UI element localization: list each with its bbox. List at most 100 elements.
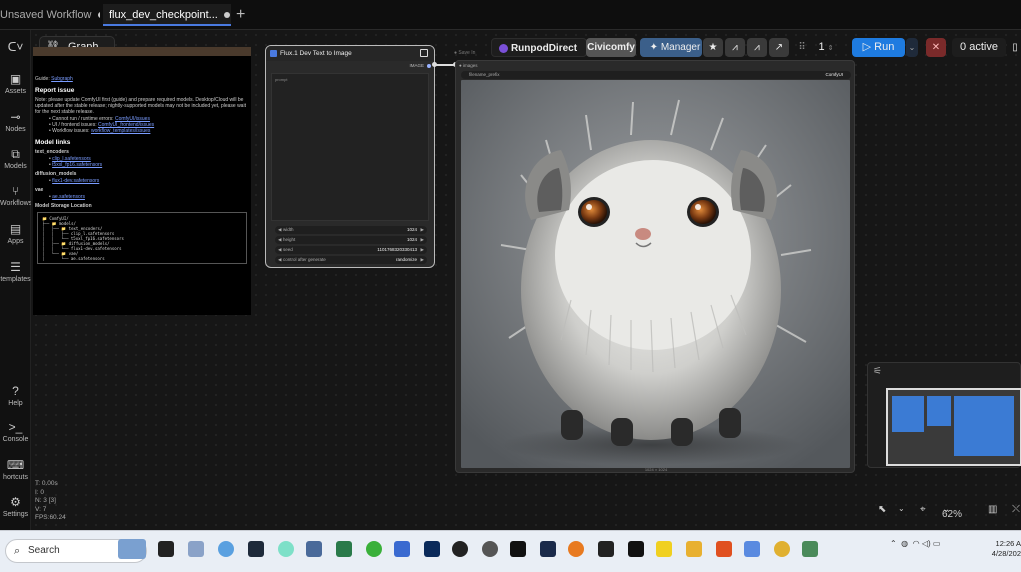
select-tool-icon[interactable]: ⬉ [878,504,886,515]
increment-icon[interactable]: ▶ [421,246,424,254]
hat-icon[interactable]: ⩘ [725,38,745,57]
widgets-icon[interactable] [188,541,204,557]
fluffy-creature-image [461,80,850,468]
sidebar-item-nodes[interactable]: ⊸ Nodes [0,110,31,133]
chevron-down-icon[interactable]: ⌄ [898,504,905,513]
app-icon[interactable] [366,541,382,557]
model-link[interactable]: flux1-dev.safetensors [52,178,99,184]
app-icon[interactable] [278,541,294,557]
task-view-icon[interactable] [158,541,174,557]
zoom-level[interactable]: 62% ⌄ [942,504,962,520]
prompt-textarea[interactable]: prompt [271,73,429,221]
tab-bar: Unsaved Workflow flux_dev_checkpoint... … [0,0,1021,30]
link-visibility-icon[interactable]: ⤬ [1012,504,1020,515]
minimap[interactable]: ⚟ [867,362,1021,468]
height-widget[interactable]: ◀ height 1024 ▶ [275,236,427,244]
node-title-bar[interactable]: Flux.1 Dev Text to Image [266,46,434,61]
sidebar-item-assets[interactable]: ▣ Assets [0,72,31,95]
decrement-icon[interactable]: ◀ [278,256,281,264]
generated-image-preview[interactable] [461,80,850,468]
filename-prefix-widget[interactable]: filename_prefix ComfyUI [461,71,851,79]
taskbar-clock[interactable]: 12:26 A 4/28/202 [990,539,1021,559]
decrement-icon[interactable]: ◀ [278,236,281,244]
app-icon[interactable] [452,541,468,557]
app-icon[interactable] [744,541,760,557]
output-slot-icon[interactable] [427,64,431,68]
guide-link[interactable]: Subgraph [51,76,73,82]
bullet-link[interactable]: workflow_templates/issues [91,128,150,134]
app-icon[interactable] [656,541,672,557]
sidebar-item-templates[interactable]: ☰ templates [0,260,31,283]
model-link[interactable]: ae.safetensors [52,194,85,200]
stepper-icon[interactable]: ⇕ [828,45,834,52]
star-icon[interactable]: ★ [703,38,723,57]
image-output[interactable]: IMAGE [266,61,434,70]
sidebar-item-console[interactable]: >_ Console [0,420,31,443]
console-icon: >_ [8,420,23,434]
tab-flux-dev-checkpoint[interactable]: flux_dev_checkpoint... [103,4,231,26]
workflows-icon: ⑂ [11,184,20,198]
add-tab-button[interactable]: + [236,4,245,26]
photoshop-icon[interactable] [424,541,440,557]
run-button[interactable]: ▷ Run [852,38,905,57]
decrement-icon[interactable]: ◀ [278,246,281,254]
sidebar-item-models[interactable]: ⧉ Models [0,147,31,170]
save-node-title: Save In [458,50,476,56]
control-after-generate-widget[interactable]: ◀ control after generate randomize ▶ [275,256,427,264]
tab-unsaved-workflow[interactable]: Unsaved Workflow [0,4,100,26]
calculator-icon[interactable] [306,541,322,557]
increment-icon[interactable]: ▶ [421,226,424,234]
seed-widget[interactable]: ◀ seed 1101768320330413 ▶ [275,246,427,254]
comfy-logo-icon[interactable]: ᑕ˅ [0,40,31,56]
sidebar-item-shortcuts[interactable]: ⌨ hortcuts [0,458,31,481]
epic-games-icon[interactable] [628,541,644,557]
app-icon[interactable] [540,541,556,557]
decrement-icon[interactable]: ◀ [278,226,281,234]
chrome-icon[interactable] [774,541,790,557]
terminal-icon[interactable] [510,541,526,557]
share-icon[interactable]: ↗ [769,38,789,57]
minimap-viewport[interactable] [886,388,1021,466]
cancel-icon[interactable]: ✕ [926,38,946,57]
notes-node[interactable]: Guide: Subgraph Report issue Note: pleas… [33,47,251,315]
app-icon[interactable] [598,541,614,557]
increment-icon[interactable]: ▶ [421,236,424,244]
app-icon[interactable] [482,541,498,557]
blender-icon[interactable] [568,541,584,557]
panel-toggle-icon[interactable]: ▯ [1009,38,1021,57]
expand-icon[interactable] [420,49,428,57]
app-icon[interactable] [336,541,352,557]
sidebar-item-settings[interactable]: ⚙ Settings [0,495,31,518]
app-icon[interactable] [248,541,264,557]
file-explorer-icon[interactable] [686,541,702,557]
flux-text-to-image-node[interactable]: Flux.1 Dev Text to Image IMAGE prompt ◀ w… [265,45,435,268]
chevron-up-icon[interactable]: ⌃ [890,539,897,548]
minimap-settings-icon[interactable]: ⚟ [873,366,882,377]
width-widget[interactable]: ◀ width 1024 ▶ [275,226,427,234]
fit-view-icon[interactable]: ⌖ [920,504,926,515]
increment-icon[interactable]: ▶ [421,256,424,264]
sidebar-item-apps[interactable]: ▤ Apps [0,222,31,245]
minimap-toggle-icon[interactable]: ▥ [988,504,997,515]
copilot-icon[interactable] [218,541,234,557]
runpod-direct-button[interactable]: RunpodDirect [491,38,587,57]
model-link[interactable]: t5xxl_fp16.safetensors [52,162,102,168]
sidebar-item-help[interactable]: ? Help [0,384,31,407]
search-highlight-icon[interactable] [118,539,146,559]
drag-handle-icon[interactable]: ⠿ [797,38,807,57]
queue-count-stepper[interactable]: 1 ⇕ [811,38,841,57]
brave-icon[interactable] [716,541,732,557]
play-icon: ▷ [862,41,875,53]
run-options-chevron-icon[interactable]: ⌄ [906,38,918,57]
app-icon[interactable] [802,541,818,557]
manager-button[interactable]: ✦ Manager [640,38,702,57]
notepad-icon[interactable] [394,541,410,557]
queue-active-button[interactable]: 0 active [952,38,1006,57]
system-tray[interactable]: ⌃ ◍ ◠ ◁) ▭ [890,539,940,548]
node-link[interactable] [432,62,458,67]
civicomfy-button[interactable]: Civicomfy [586,38,636,57]
save-image-node-title[interactable]: ● Save In [454,47,484,59]
images-input[interactable]: ● images [459,63,477,68]
sidebar-item-workflows[interactable]: ⑂ Workflows [0,184,32,207]
hat-alt-icon[interactable]: ⩘ [747,38,767,57]
